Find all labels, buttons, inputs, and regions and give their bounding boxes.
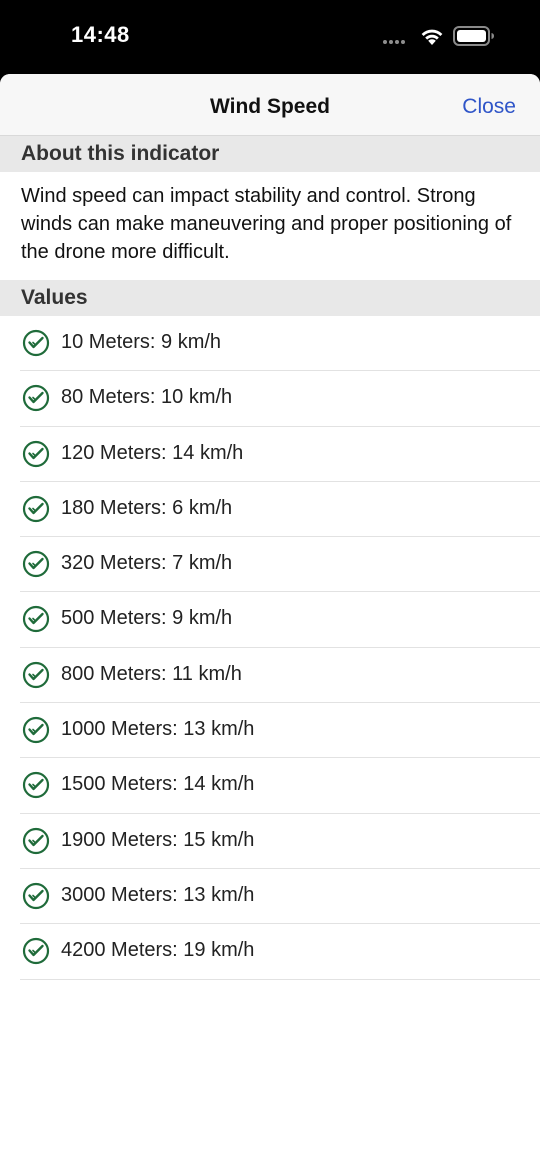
value-label: 320 Meters: 7 km/h (61, 552, 233, 575)
values-section-header: Values (0, 280, 540, 316)
page-title: Wind Speed (210, 95, 330, 118)
check-circle-icon (22, 606, 50, 633)
value-label: 120 Meters: 14 km/h (61, 441, 244, 464)
check-circle-icon (22, 385, 50, 412)
status-time: 14:48 (71, 22, 130, 47)
value-label: 80 Meters: 10 km/h (61, 386, 233, 409)
value-label: 500 Meters: 9 km/h (61, 607, 233, 630)
value-label: 10 Meters: 9 km/h (61, 331, 222, 353)
value-label: 180 Meters: 6 km/h (61, 496, 233, 519)
check-circle-icon (22, 440, 50, 467)
list-item: 1500 Meters: 14 km/h (20, 758, 540, 814)
nav-bar: Wind Speed Close (0, 74, 540, 136)
list-item: 180 Meters: 6 km/h (20, 482, 540, 538)
check-circle-icon (22, 329, 50, 357)
list-item: 3000 Meters: 13 km/h (20, 869, 540, 925)
value-label: 1900 Meters: 15 km/h (61, 828, 255, 851)
wifi-icon (421, 29, 443, 45)
check-circle-icon (22, 882, 50, 910)
check-circle-icon (22, 827, 50, 854)
list-item: 800 Meters: 11 km/h (20, 648, 540, 704)
modal-sheet: Wind Speed Close About this indicator Wi… (0, 74, 540, 1171)
list-item: 320 Meters: 7 km/h (20, 537, 540, 593)
value-label: 4200 Meters: 19 km/h (61, 939, 255, 962)
check-circle-icon (22, 716, 50, 744)
check-circle-icon (22, 772, 50, 799)
list-item: 1000 Meters: 13 km/h (20, 703, 540, 759)
list-item: 120 Meters: 14 km/h (20, 427, 540, 482)
value-label: 800 Meters: 11 km/h (61, 662, 242, 685)
battery-icon (453, 26, 494, 46)
list-item: 1900 Meters: 15 km/h (20, 814, 540, 869)
about-description: Wind speed can impact stability and cont… (21, 185, 512, 263)
list-item: 10 Meters: 9 km/h (20, 316, 540, 372)
value-label: 1500 Meters: 14 km/h (61, 773, 255, 796)
check-circle-icon (22, 938, 50, 965)
list-item: 80 Meters: 10 km/h (20, 371, 540, 427)
check-circle-icon (22, 495, 50, 522)
value-label: 1000 Meters: 13 km/h (61, 718, 255, 741)
about-section-header: About this indicator (0, 136, 540, 172)
list-item: 4200 Meters: 19 km/h (20, 924, 540, 980)
signal-dots-icon (383, 40, 413, 44)
values-list: 10 Meters: 9 km/h 80 Meters: 10 km/h 120… (0, 316, 540, 980)
status-bar: 14:48 (0, 0, 540, 68)
check-circle-icon (22, 661, 50, 688)
check-circle-icon (22, 551, 50, 578)
close-button[interactable]: Close (462, 95, 516, 119)
list-item: 500 Meters: 9 km/h (20, 592, 540, 648)
value-label: 3000 Meters: 13 km/h (61, 883, 255, 906)
